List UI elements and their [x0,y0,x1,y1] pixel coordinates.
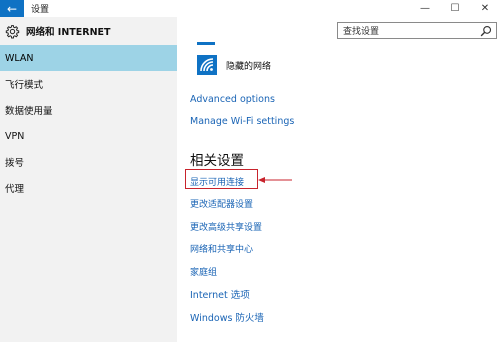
sidebar-item-dial-up[interactable]: 拨号 [0,149,177,175]
maximize-button[interactable]: ☐ [440,0,470,17]
window-title: 设置 [31,5,50,15]
network-sharing-center-link[interactable]: 网络和共享中心 [190,242,253,255]
homegroup-link[interactable]: 家庭组 [190,265,217,278]
sidebar: 网络和 INTERNET WLAN 飞行模式 数据使用量 VPN 拨号 代理 [0,17,177,342]
sidebar-title: 网络和 INTERNET [26,27,111,38]
sidebar-item-proxy[interactable]: 代理 [0,175,177,201]
sidebar-item-label: 数据使用量 [5,106,53,117]
network-tile-partial [197,42,215,45]
minimize-button[interactable]: — [410,0,440,17]
close-button[interactable]: ✕ [470,0,500,17]
sidebar-item-wlan[interactable]: WLAN [0,45,177,71]
annotation-arrow-icon [258,177,292,183]
sidebar-item-data-usage[interactable]: 数据使用量 [0,97,177,123]
back-arrow-icon: ← [6,1,18,16]
gear-icon [5,24,20,38]
window-controls: — ☐ ✕ [410,0,500,17]
sidebar-item-label: 拨号 [5,158,25,169]
advanced-options-link[interactable]: Advanced options [190,94,275,105]
windows-firewall-link[interactable]: Windows 防火墙 [190,310,264,324]
minimize-icon: — [420,3,430,14]
close-icon: ✕ [480,3,490,14]
change-adapter-settings-link[interactable]: 更改适配器设置 [190,197,253,210]
back-button[interactable]: ← [0,0,24,17]
internet-options-link[interactable]: Internet 选项 [190,287,250,301]
sidebar-item-label: 飞行模式 [5,80,44,91]
sidebar-item-label: 代理 [5,184,25,195]
related-settings-heading: 相关设置 [190,153,244,169]
manage-wifi-settings-link[interactable]: Manage Wi-Fi settings [190,116,294,127]
title-bar: ← 设置 — ☐ ✕ [0,0,500,17]
sidebar-item-vpn[interactable]: VPN [0,123,177,149]
change-advanced-sharing-link[interactable]: 更改高级共享设置 [190,220,262,233]
wifi-icon [200,58,214,72]
settings-window: ← 设置 — ☐ ✕ 网络和 INTERNET WLAN 飞行模式 数据使用量 … [0,0,500,342]
hidden-network-label[interactable]: 隐藏的网络 [226,59,271,72]
sidebar-item-label: WLAN [5,52,34,64]
sidebar-header: 网络和 INTERNET [0,17,177,45]
sidebar-item-label: VPN [5,130,25,142]
hidden-network-tile[interactable] [197,55,217,75]
maximize-icon: ☐ [450,3,460,14]
annotation-highlight-box [185,169,258,189]
sidebar-item-airplane-mode[interactable]: 飞行模式 [0,71,177,97]
